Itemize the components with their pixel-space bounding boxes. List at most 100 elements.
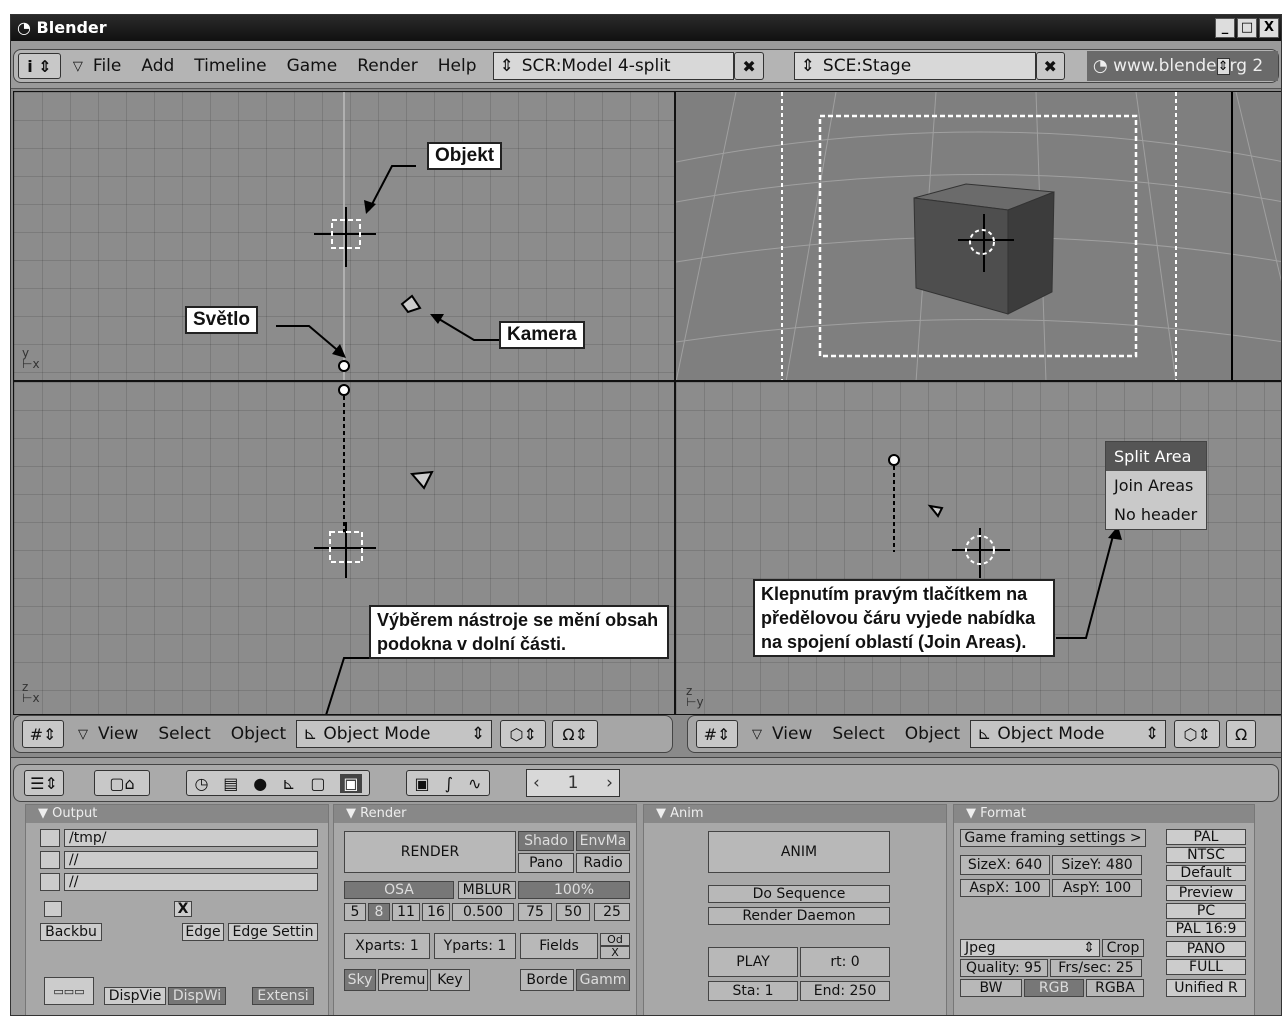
website-link[interactable]: ◔ www.blende ⇕ rg 2 [1086, 51, 1278, 81]
radio-button[interactable]: Radio [576, 853, 630, 873]
odd-x-button[interactable]: X [600, 946, 630, 959]
do-sequence-button[interactable]: Do Sequence [708, 885, 890, 903]
menu-object[interactable]: Object [905, 724, 960, 744]
scene-subcontext-buttons[interactable]: ▣ ∫ ∿ [406, 770, 490, 796]
menu-select[interactable]: Select [158, 724, 210, 744]
xparts-field[interactable]: Xparts: 1 [344, 933, 430, 959]
sizex-field[interactable]: SizeX: 640 [960, 855, 1050, 875]
game-framing-button[interactable]: Game framing settings > [960, 829, 1146, 847]
maximize-button[interactable]: □ [1237, 18, 1257, 38]
pivot-icon[interactable]: Ω [1226, 720, 1257, 748]
menu-item-join-areas[interactable]: Join Areas [1106, 471, 1206, 500]
viewport-bottom-right[interactable]: z ⊢y [675, 381, 1281, 715]
rt-field[interactable]: rt: 0 [800, 947, 890, 977]
mode-selector[interactable]: ⊾ Object Mode ⇕ [296, 720, 493, 748]
aspx-field[interactable]: AspX: 100 [960, 879, 1050, 897]
pano-button[interactable]: Pano [518, 853, 574, 873]
backbuf-button[interactable]: Backbu [40, 923, 102, 941]
menu-view[interactable]: View [98, 724, 138, 744]
menu-item-split-area[interactable]: Split Area [1106, 442, 1206, 471]
key-button[interactable]: Key [430, 969, 470, 991]
menu-object[interactable]: Object [231, 724, 286, 744]
osa-button[interactable]: OSA [344, 881, 454, 899]
anim-button[interactable]: ANIM [708, 831, 890, 873]
menu-render[interactable]: Render [357, 56, 418, 76]
preset-preview[interactable]: Preview [1166, 885, 1246, 901]
output-path-field[interactable]: /tmp/ [64, 829, 318, 847]
shadow-button[interactable]: Shado [518, 831, 574, 851]
close-button[interactable]: X [1259, 18, 1279, 38]
menu-game[interactable]: Game [287, 56, 338, 76]
menu-view[interactable]: View [772, 724, 812, 744]
quality-field[interactable]: Quality: 95 [960, 959, 1048, 977]
menu-help[interactable]: Help [438, 56, 477, 76]
scene-link-icon[interactable] [44, 901, 62, 917]
backbuf-path-field[interactable]: // [64, 851, 318, 869]
envmap-button[interactable]: EnvMa [576, 831, 630, 851]
draw-type-icon[interactable]: ⬡⇕ [1174, 720, 1221, 748]
sky-button[interactable]: Sky [344, 969, 376, 991]
menu-item-no-header[interactable]: No header [1106, 500, 1206, 529]
preset-unified[interactable]: Unified R [1166, 979, 1246, 997]
pivot-icon[interactable]: Ω⇕ [552, 720, 599, 748]
menu-select[interactable]: Select [832, 724, 884, 744]
preset-pc[interactable]: PC [1166, 903, 1246, 919]
render-daemon-button[interactable]: Render Daemon [708, 907, 890, 925]
blur-field[interactable]: 0.500 [452, 903, 514, 921]
play-button[interactable]: PLAY [708, 947, 798, 977]
rgb-button[interactable]: RGB [1024, 979, 1084, 997]
menu-timeline[interactable]: Timeline [194, 56, 266, 76]
screen-delete-button[interactable]: ✖ [734, 52, 764, 80]
minimize-button[interactable]: _ [1215, 18, 1235, 38]
size-25-button[interactable]: 25 [594, 903, 630, 921]
grid-window-type-icon[interactable]: #⇕ [696, 720, 738, 748]
menu-add[interactable]: Add [141, 56, 174, 76]
frame-field[interactable]: ‹ 1 › [526, 769, 620, 797]
preset-default[interactable]: Default [1166, 865, 1246, 881]
sizey-field[interactable]: SizeY: 480 [1052, 855, 1142, 875]
start-frame-field[interactable]: Sta: 1 [708, 981, 798, 1001]
fields-button[interactable]: Fields [520, 933, 598, 959]
viewport-camera[interactable] [675, 91, 1281, 381]
border-button[interactable]: Borde [520, 969, 574, 991]
premul-button[interactable]: Premu [378, 969, 428, 991]
draw-type-icon[interactable]: ⬡⇕ [500, 720, 547, 748]
folder-icon[interactable] [40, 829, 60, 847]
dispview-button[interactable]: DispVie [104, 987, 166, 1005]
gamma-button[interactable]: Gamm [576, 969, 630, 991]
view-home-icon[interactable]: ▢⌂ [94, 770, 150, 796]
preset-pal169[interactable]: PAL 16:9 [1166, 921, 1246, 937]
render-button[interactable]: RENDER [344, 831, 516, 873]
crop-button[interactable]: Crop [1102, 939, 1144, 957]
folder-icon[interactable] [40, 851, 60, 869]
mblur-button[interactable]: MBLUR [458, 881, 516, 899]
preset-pano[interactable]: PANO [1166, 941, 1246, 957]
preset-full[interactable]: FULL [1166, 959, 1246, 975]
clear-button[interactable]: X [174, 901, 192, 917]
info-window-type-icon[interactable]: i ⇕ [18, 53, 61, 79]
preset-pal[interactable]: PAL [1166, 829, 1246, 845]
edge-button[interactable]: Edge [182, 923, 224, 941]
osa-8-button[interactable]: 8 [368, 903, 390, 921]
grid-icon[interactable]: ▭▭▭ [44, 977, 94, 1005]
osa-16-button[interactable]: 16 [422, 903, 450, 921]
size-50-button[interactable]: 50 [556, 903, 590, 921]
odd-button[interactable]: Od [600, 933, 630, 946]
collapse-triangle-icon[interactable]: ▽ [752, 727, 762, 742]
size-percent-button[interactable]: 100% [518, 881, 630, 899]
extensions-button[interactable]: Extensi [252, 987, 314, 1005]
scene-delete-button[interactable]: ✖ [1035, 52, 1065, 80]
buttons-window-type-icon[interactable]: ☰⇕ [24, 770, 64, 796]
collapse-triangle-icon[interactable]: ▽ [78, 727, 88, 742]
yparts-field[interactable]: Yparts: 1 [434, 933, 516, 959]
collapse-triangle-icon[interactable]: ▽ [73, 59, 83, 74]
ftype-path-field[interactable]: // [64, 873, 318, 891]
scene-selector[interactable]: ⇕ SCE:Stage [793, 52, 1036, 80]
fps-field[interactable]: Frs/sec: 25 [1050, 959, 1142, 977]
context-buttons[interactable]: ◷ ▤ ● ⊾ ▢ ▣ [186, 770, 370, 796]
grid-window-type-icon[interactable]: #⇕ [22, 720, 64, 748]
end-frame-field[interactable]: End: 250 [800, 981, 890, 1001]
edge-settings-button[interactable]: Edge Settin [228, 923, 318, 941]
menu-file[interactable]: File [93, 56, 121, 76]
dispwin-button[interactable]: DispWi [168, 987, 226, 1005]
